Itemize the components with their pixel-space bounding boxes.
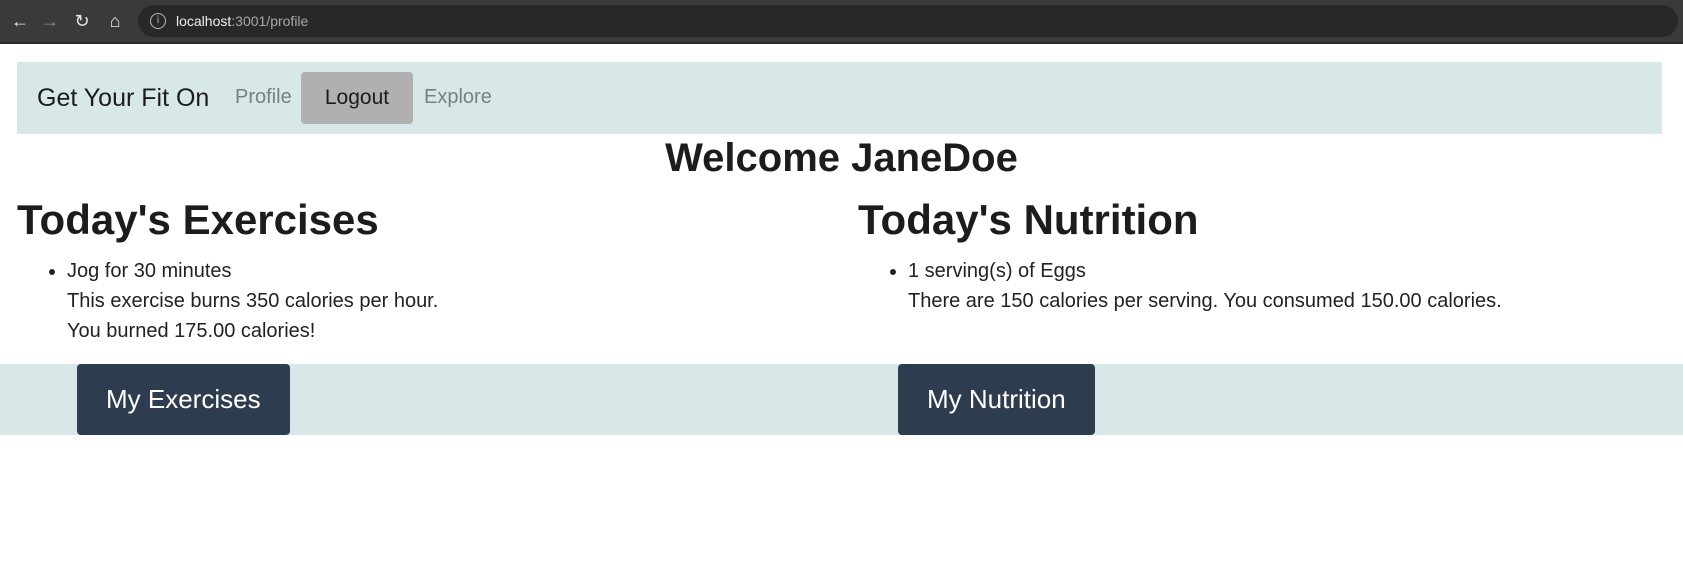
- nutrition-list: 1 serving(s) of Eggs There are 150 calor…: [858, 256, 1502, 316]
- exercises-title: Today's Exercises: [17, 196, 379, 243]
- brand-link[interactable]: Get Your Fit On: [37, 84, 209, 113]
- nav-link-explore[interactable]: Explore: [424, 86, 492, 109]
- url-host: localhost: [176, 13, 232, 29]
- url-path: :3001/profile: [231, 13, 309, 29]
- exercise-name: Jog for 30 minutes: [67, 260, 232, 282]
- list-item: 1 serving(s) of Eggs There are 150 calor…: [908, 256, 1502, 316]
- browser-toolbar: ← → ↻ ⌂ i localhost:3001/profile: [0, 0, 1683, 42]
- exercise-result: You burned 175.00 calories!: [67, 320, 316, 342]
- back-arrow-icon[interactable]: ←: [8, 9, 32, 33]
- nav-link-profile[interactable]: Profile: [235, 86, 292, 109]
- my-nutrition-button[interactable]: My Nutrition: [898, 364, 1095, 435]
- url-text: localhost:3001/profile: [176, 13, 308, 29]
- navbar: Get Your Fit On Profile Logout Explore: [17, 62, 1662, 134]
- nutrition-name: 1 serving(s) of Eggs: [908, 260, 1086, 282]
- my-exercises-button[interactable]: My Exercises: [77, 364, 290, 435]
- nutrition-detail: There are 150 calories per serving. You …: [908, 290, 1502, 312]
- address-bar[interactable]: i localhost:3001/profile: [138, 5, 1678, 37]
- page-title: Welcome JaneDoe: [665, 136, 1018, 180]
- home-icon[interactable]: ⌂: [103, 9, 127, 33]
- list-item: Jog for 30 minutes This exercise burns 3…: [67, 256, 438, 346]
- exercise-detail: This exercise burns 350 calories per hou…: [67, 290, 439, 312]
- info-icon[interactable]: i: [150, 13, 166, 29]
- exercises-list: Jog for 30 minutes This exercise burns 3…: [17, 256, 438, 346]
- logout-button[interactable]: Logout: [301, 72, 413, 124]
- nutrition-title: Today's Nutrition: [858, 196, 1199, 243]
- reload-icon[interactable]: ↻: [70, 9, 94, 33]
- forward-arrow-icon[interactable]: →: [38, 9, 62, 33]
